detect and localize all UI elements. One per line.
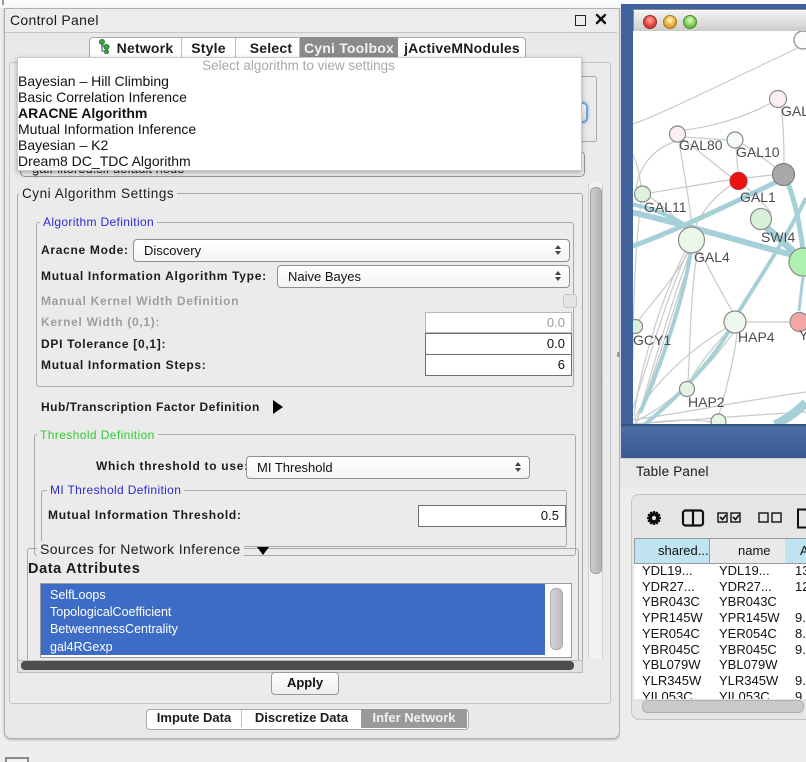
svg-text:GAL11: GAL11 (644, 199, 687, 215)
svg-text:GAL10: GAL10 (736, 144, 780, 160)
svg-text:SWI4: SWI4 (761, 229, 795, 245)
svg-text:HAP4: HAP4 (738, 329, 775, 345)
svg-text:GAL1: GAL1 (740, 189, 776, 205)
svg-text:GCY1: GCY1 (633, 332, 671, 348)
svg-text:Y: Y (799, 327, 806, 343)
svg-text:GAL: GAL (781, 103, 806, 119)
svg-text:HAP2: HAP2 (688, 394, 725, 410)
svg-text:GAL80: GAL80 (679, 137, 723, 153)
svg-text:GAL4: GAL4 (694, 249, 730, 265)
